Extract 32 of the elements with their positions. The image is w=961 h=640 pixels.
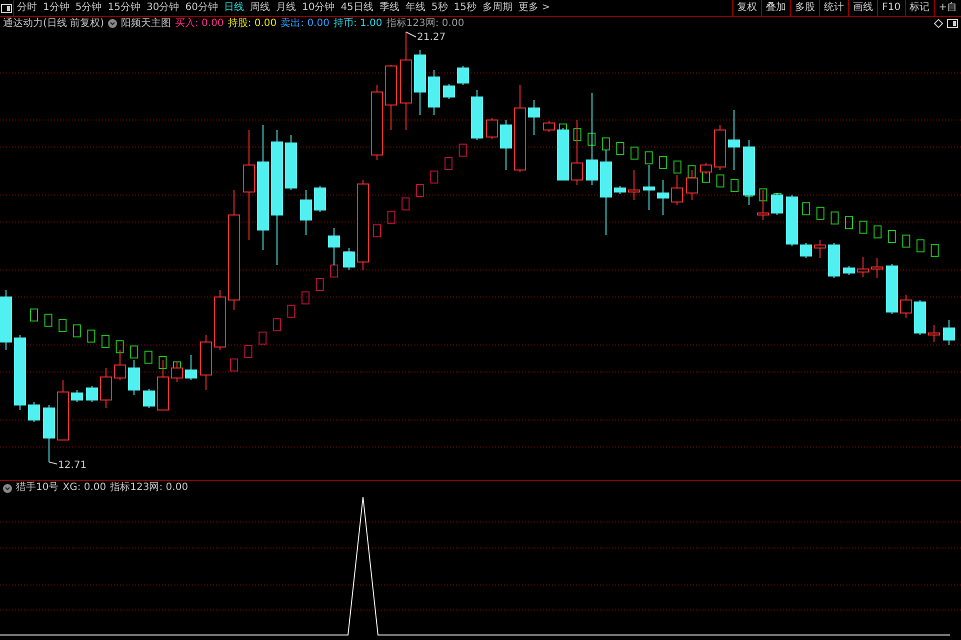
panel-icon[interactable] (947, 19, 958, 28)
period-tab[interactable]: 更多 > (516, 0, 554, 16)
period-tab[interactable]: 30分钟 (143, 0, 182, 16)
indicator-menu-icon[interactable] (108, 19, 117, 28)
diamond-icon[interactable] (934, 19, 943, 28)
period-tab[interactable]: 15分钟 (104, 0, 144, 16)
period-tab[interactable]: 日线 (220, 0, 247, 16)
indicator-readout: 指标123网: 0.00 (110, 482, 188, 494)
indicator-readout: 指标123网: 0.00 (386, 18, 464, 30)
indicator-readout: 持币: 1.00 (333, 18, 382, 30)
period-tab[interactable]: 多周期 (480, 0, 516, 16)
period-tab[interactable]: 季线 (376, 0, 402, 16)
indicator-readout: 持股: 0.00 (228, 18, 277, 30)
period-tab[interactable]: 45日线 (338, 0, 376, 16)
period-tab[interactable]: 分时 (14, 0, 40, 16)
period-tab[interactable]: 1分钟 (40, 0, 72, 16)
indicator-readout: XG: 0.00 (62, 482, 106, 494)
indicator-menu-icon[interactable] (3, 484, 12, 492)
indicator-readout: 卖出: 0.00 (280, 18, 330, 30)
period-tab[interactable]: 周线 (246, 0, 273, 16)
period-tab[interactable]: 5分钟 (72, 0, 105, 16)
indicator-readout: 买入: 0.00 (174, 18, 224, 30)
panel-toggle-icon[interactable] (1, 4, 12, 12)
indicator-name: 猎手10号 (16, 482, 59, 494)
indicator-name: 阳频天主图 (120, 18, 171, 30)
period-tab[interactable]: 年线 (402, 0, 428, 16)
period-tab[interactable]: 月线 (272, 0, 299, 16)
period-tab[interactable]: 15秒 (450, 0, 480, 16)
period-tab[interactable]: 10分钟 (298, 0, 338, 16)
period-tab[interactable]: 60分钟 (182, 0, 221, 16)
period-tab[interactable]: 5秒 (428, 0, 451, 16)
stock-title: 通达动力(日线 前复权) (3, 18, 104, 30)
